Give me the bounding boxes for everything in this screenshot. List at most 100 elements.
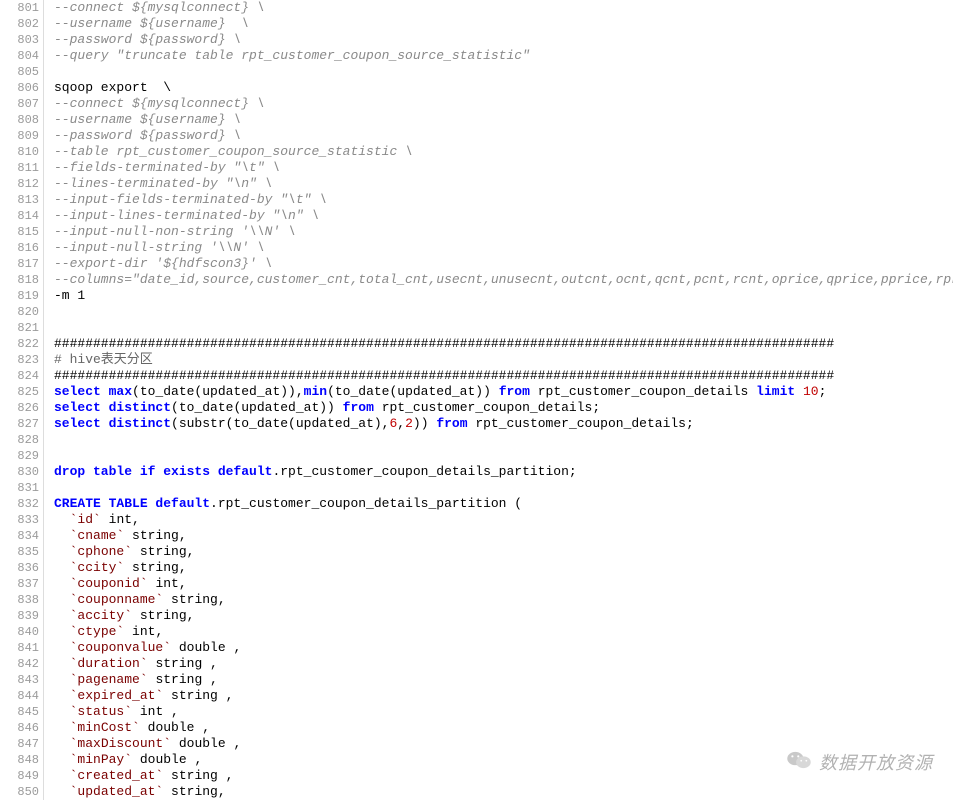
code-line[interactable]: `maxDiscount` double ,: [54, 736, 953, 752]
code-line[interactable]: ########################################…: [54, 368, 953, 384]
line-number: 819: [0, 288, 39, 304]
code-line[interactable]: `expired_at` string ,: [54, 688, 953, 704]
line-number: 820: [0, 304, 39, 320]
code-line[interactable]: [54, 480, 953, 496]
code-line[interactable]: `couponname` string,: [54, 592, 953, 608]
line-number: 846: [0, 720, 39, 736]
code-line[interactable]: --input-lines-terminated-by "\n" \: [54, 208, 953, 224]
line-number: 832: [0, 496, 39, 512]
code-line[interactable]: --columns="date_id,source,customer_cnt,t…: [54, 272, 953, 288]
code-line[interactable]: --input-fields-terminated-by "\t" \: [54, 192, 953, 208]
code-line[interactable]: --password ${password} \: [54, 128, 953, 144]
line-number: 834: [0, 528, 39, 544]
code-line[interactable]: CREATE TABLE default.rpt_customer_coupon…: [54, 496, 953, 512]
line-number: 815: [0, 224, 39, 240]
line-number: 840: [0, 624, 39, 640]
line-number: 835: [0, 544, 39, 560]
code-line[interactable]: -m 1: [54, 288, 953, 304]
code-line[interactable]: [54, 432, 953, 448]
line-number: 845: [0, 704, 39, 720]
code-line[interactable]: `cphone` string,: [54, 544, 953, 560]
code-line[interactable]: # hive表天分区: [54, 352, 953, 368]
line-number: 811: [0, 160, 39, 176]
line-number: 822: [0, 336, 39, 352]
code-line[interactable]: `ctype` int,: [54, 624, 953, 640]
code-line[interactable]: --query "truncate table rpt_customer_cou…: [54, 48, 953, 64]
line-number-gutter: 8018028038048058068078088098108118128138…: [0, 0, 44, 800]
line-number: 839: [0, 608, 39, 624]
line-number: 842: [0, 656, 39, 672]
line-number: 805: [0, 64, 39, 80]
line-number: 817: [0, 256, 39, 272]
line-number: 808: [0, 112, 39, 128]
line-number: 831: [0, 480, 39, 496]
line-number: 823: [0, 352, 39, 368]
line-number: 836: [0, 560, 39, 576]
line-number: 829: [0, 448, 39, 464]
code-line[interactable]: `status` int ,: [54, 704, 953, 720]
line-number: 849: [0, 768, 39, 784]
line-number: 830: [0, 464, 39, 480]
code-line[interactable]: --username ${username} \: [54, 16, 953, 32]
line-number: 844: [0, 688, 39, 704]
line-number: 826: [0, 400, 39, 416]
line-number: 802: [0, 16, 39, 32]
code-line[interactable]: `minCost` double ,: [54, 720, 953, 736]
code-line[interactable]: `accity` string,: [54, 608, 953, 624]
line-number: 841: [0, 640, 39, 656]
line-number: 848: [0, 752, 39, 768]
code-line[interactable]: `couponid` int,: [54, 576, 953, 592]
line-number: 816: [0, 240, 39, 256]
code-line[interactable]: `pagename` string ,: [54, 672, 953, 688]
code-line[interactable]: `duration` string ,: [54, 656, 953, 672]
code-line[interactable]: `cname` string,: [54, 528, 953, 544]
line-number: 824: [0, 368, 39, 384]
line-number: 833: [0, 512, 39, 528]
line-number: 847: [0, 736, 39, 752]
code-line[interactable]: --password ${password} \: [54, 32, 953, 48]
code-line[interactable]: `id` int,: [54, 512, 953, 528]
code-line[interactable]: --input-null-non-string '\\N' \: [54, 224, 953, 240]
code-line[interactable]: `ccity` string,: [54, 560, 953, 576]
code-line[interactable]: [54, 304, 953, 320]
code-line[interactable]: --connect ${mysqlconnect} \: [54, 0, 953, 16]
code-line[interactable]: `created_at` string ,: [54, 768, 953, 784]
code-line[interactable]: [54, 448, 953, 464]
code-line[interactable]: --lines-terminated-by "\n" \: [54, 176, 953, 192]
code-line[interactable]: `updated_at` string,: [54, 784, 953, 800]
line-number: 803: [0, 32, 39, 48]
code-editor: 8018028038048058068078088098108118128138…: [0, 0, 953, 800]
code-line[interactable]: --export-dir '${hdfscon3}' \: [54, 256, 953, 272]
code-area[interactable]: 数据开放资源 --connect ${mysqlconnect} \--user…: [44, 0, 953, 800]
code-line[interactable]: --input-null-string '\\N' \: [54, 240, 953, 256]
line-number: 838: [0, 592, 39, 608]
line-number: 850: [0, 784, 39, 800]
code-line[interactable]: select max(to_date(updated_at)),min(to_d…: [54, 384, 953, 400]
code-line[interactable]: sqoop export \: [54, 80, 953, 96]
code-line[interactable]: [54, 320, 953, 336]
code-line[interactable]: select distinct(to_date(updated_at)) fro…: [54, 400, 953, 416]
code-line[interactable]: `minPay` double ,: [54, 752, 953, 768]
line-number: 806: [0, 80, 39, 96]
code-line[interactable]: [54, 64, 953, 80]
code-line[interactable]: drop table if exists default.rpt_custome…: [54, 464, 953, 480]
code-line[interactable]: --table rpt_customer_coupon_source_stati…: [54, 144, 953, 160]
line-number: 825: [0, 384, 39, 400]
line-number: 827: [0, 416, 39, 432]
code-line[interactable]: `couponvalue` double ,: [54, 640, 953, 656]
code-line[interactable]: select distinct(substr(to_date(updated_a…: [54, 416, 953, 432]
line-number: 837: [0, 576, 39, 592]
code-line[interactable]: --username ${username} \: [54, 112, 953, 128]
line-number: 818: [0, 272, 39, 288]
code-line[interactable]: --connect ${mysqlconnect} \: [54, 96, 953, 112]
line-number: 821: [0, 320, 39, 336]
line-number: 804: [0, 48, 39, 64]
line-number: 801: [0, 0, 39, 16]
line-number: 812: [0, 176, 39, 192]
line-number: 807: [0, 96, 39, 112]
code-line[interactable]: --fields-terminated-by "\t" \: [54, 160, 953, 176]
code-line[interactable]: ########################################…: [54, 336, 953, 352]
line-number: 814: [0, 208, 39, 224]
line-number: 813: [0, 192, 39, 208]
line-number: 843: [0, 672, 39, 688]
